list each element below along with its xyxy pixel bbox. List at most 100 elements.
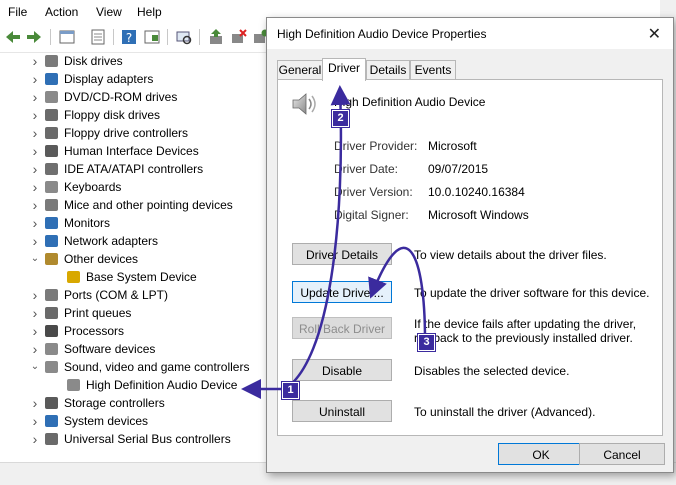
roll-back-driver-button[interactable]: Roll Back Driver [292, 317, 392, 339]
dialog-titlebar[interactable]: High Definition Audio Device Properties … [267, 18, 673, 49]
tree-item[interactable]: › Display adapters [0, 70, 270, 88]
chevron-down-icon[interactable]: ⌄ [30, 358, 40, 376]
chevron-right-icon[interactable]: › [30, 178, 40, 196]
chevron-right-icon[interactable]: › [30, 196, 40, 214]
driver-provider-label: Driver Provider: [334, 139, 418, 153]
chevron-right-icon[interactable]: › [30, 232, 40, 250]
toolbar-separator [113, 29, 114, 45]
chevron-right-icon[interactable]: › [30, 142, 40, 160]
tree-item[interactable]: › Disk drives [0, 52, 270, 70]
chevron-right-icon[interactable]: › [30, 214, 40, 232]
chevron-right-icon[interactable]: › [30, 88, 40, 106]
roll-back-description: If the device fails after updating the d… [414, 317, 637, 345]
tree-item-label: DVD/CD-ROM drives [64, 90, 178, 104]
tree-item[interactable]: › Ports (COM & LPT) [0, 286, 270, 304]
toolbar-separator [167, 29, 168, 45]
tree-item-label: Network adapters [64, 234, 159, 248]
port-icon [45, 289, 58, 301]
tree-item[interactable]: ⌄ Other devices [0, 250, 270, 268]
disk-drive-icon [45, 55, 58, 67]
tree-item[interactable]: › Monitors [0, 214, 270, 232]
tree-item[interactable]: › Storage controllers [0, 394, 270, 412]
tree-item-label: Floppy drive controllers [64, 126, 189, 140]
chevron-right-icon[interactable]: › [30, 430, 40, 448]
chevron-right-icon[interactable]: › [30, 394, 40, 412]
mouse-icon [45, 199, 58, 211]
menu-view[interactable]: View [96, 5, 122, 19]
tab-details[interactable]: Details [366, 60, 410, 79]
chevron-right-icon[interactable]: › [30, 286, 40, 304]
tree-item[interactable]: › IDE ATA/ATAPI controllers [0, 160, 270, 178]
properties-icon[interactable] [58, 28, 76, 46]
other-devices-icon [45, 253, 58, 265]
tree-item[interactable]: › Floppy drive controllers [0, 124, 270, 142]
update-driver-icon[interactable] [207, 28, 225, 46]
tree-item[interactable]: › Mice and other pointing devices [0, 196, 270, 214]
uninstall-button[interactable]: Uninstall [292, 400, 392, 422]
tree-item[interactable]: Base System Device [0, 268, 270, 286]
dialog-title: High Definition Audio Device Properties [277, 27, 487, 41]
tree-item[interactable]: › Print queues [0, 304, 270, 322]
disable-button[interactable]: Disable [292, 359, 392, 381]
usb-icon [45, 433, 58, 445]
tree-item[interactable]: › Software devices [0, 340, 270, 358]
tree-item[interactable]: › Universal Serial Bus controllers [0, 430, 270, 448]
menu-help[interactable]: Help [137, 5, 162, 19]
floppy-controller-icon [45, 127, 58, 139]
tree-item[interactable]: › System devices [0, 412, 270, 430]
tree-item[interactable]: › Processors [0, 322, 270, 340]
chevron-right-icon[interactable]: › [30, 340, 40, 358]
menu-action[interactable]: Action [45, 5, 78, 19]
tree-item-label: System devices [64, 414, 149, 428]
monitor-icon [45, 217, 58, 229]
tree-item[interactable]: ⌄ Sound, video and game controllers [0, 358, 270, 376]
cancel-button[interactable]: Cancel [579, 443, 665, 465]
close-icon[interactable]: ✕ [648, 24, 661, 44]
tree-item[interactable]: High Definition Audio Device [0, 376, 270, 394]
speaker-icon [292, 93, 316, 115]
driver-details-button[interactable]: Driver Details [292, 243, 392, 265]
chevron-right-icon[interactable]: › [30, 52, 40, 70]
driver-version-label: Driver Version: [334, 185, 413, 199]
digital-signer-label: Digital Signer: [334, 208, 409, 222]
device-tree: › Disk drives › Display adapters › DVD/CD-ROM… [0, 52, 270, 472]
menu-file[interactable]: File [8, 5, 27, 19]
tree-item-label: Base System Device [86, 270, 197, 284]
tab-general[interactable]: General [277, 60, 323, 79]
back-arrow-icon[interactable] [4, 28, 22, 46]
tab-driver[interactable]: Driver [322, 58, 366, 81]
driver-version-value: 10.0.10240.16384 [428, 185, 525, 199]
help-icon[interactable]: ? [120, 28, 138, 46]
disable-device-icon[interactable] [230, 28, 248, 46]
software-device-icon [45, 343, 58, 355]
device-list-icon[interactable] [89, 28, 107, 46]
chevron-right-icon[interactable]: › [30, 106, 40, 124]
driver-details-description: To view details about the driver files. [414, 248, 607, 262]
chevron-right-icon[interactable]: › [30, 160, 40, 178]
ide-controller-icon [45, 163, 58, 175]
chevron-right-icon[interactable]: › [30, 322, 40, 340]
tree-item-label: Human Interface Devices [64, 144, 199, 158]
chevron-right-icon[interactable]: › [30, 124, 40, 142]
chevron-right-icon[interactable]: › [30, 412, 40, 430]
ok-button[interactable]: OK [498, 443, 584, 465]
toolbar-separator [50, 29, 51, 45]
tree-item-label: Print queues [64, 306, 132, 320]
chevron-down-icon[interactable]: ⌄ [30, 250, 40, 268]
network-adapter-icon [45, 235, 58, 247]
keyboard-icon [45, 181, 58, 193]
chevron-right-icon[interactable]: › [30, 304, 40, 322]
show-hidden-icon[interactable] [143, 28, 161, 46]
tree-item[interactable]: › Keyboards [0, 178, 270, 196]
tree-item[interactable]: › DVD/CD-ROM drives [0, 88, 270, 106]
driver-date-label: Driver Date: [334, 162, 399, 176]
chevron-right-icon[interactable]: › [30, 70, 40, 88]
update-driver-button[interactable]: Update Driver... [292, 281, 392, 303]
tree-item[interactable]: › Floppy disk drives [0, 106, 270, 124]
tree-item[interactable]: › Network adapters [0, 232, 270, 250]
tab-events[interactable]: Events [410, 60, 456, 79]
tree-item[interactable]: › Human Interface Devices [0, 142, 270, 160]
scan-hardware-icon[interactable] [175, 28, 193, 46]
forward-arrow-icon[interactable] [25, 28, 43, 46]
tree-item-label: IDE ATA/ATAPI controllers [64, 162, 204, 176]
